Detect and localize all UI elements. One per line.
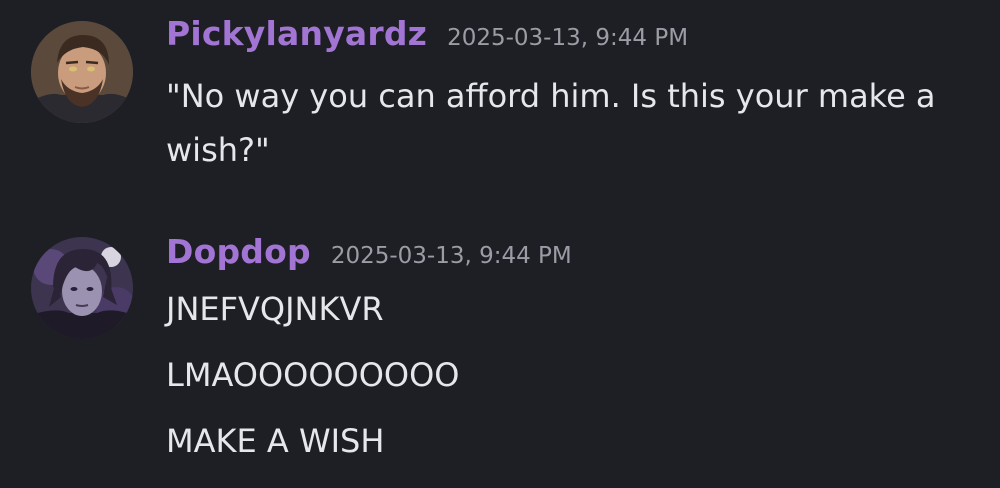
message-line: JNEFVQJNKVR bbox=[166, 290, 384, 328]
message-header: Dopdop 2025-03-13, 9:44 PM bbox=[166, 232, 572, 271]
message-header: Pickylanyardz 2025-03-13, 9:44 PM bbox=[166, 14, 688, 53]
timestamp: 2025-03-13, 9:44 PM bbox=[330, 243, 572, 269]
avatar[interactable] bbox=[31, 237, 133, 339]
message-text: "No way you can afford him. Is this your… bbox=[166, 77, 936, 169]
username[interactable]: Pickylanyardz bbox=[166, 14, 427, 53]
username[interactable]: Dopdop bbox=[166, 232, 311, 271]
timestamp: 2025-03-13, 9:44 PM bbox=[447, 25, 689, 51]
message-line: LMAOOOOOOOOO bbox=[166, 356, 460, 394]
message-line: MAKE A WISH bbox=[166, 422, 385, 460]
avatar[interactable] bbox=[31, 21, 133, 123]
avatar-image bbox=[31, 237, 133, 339]
avatar-image bbox=[31, 21, 133, 123]
